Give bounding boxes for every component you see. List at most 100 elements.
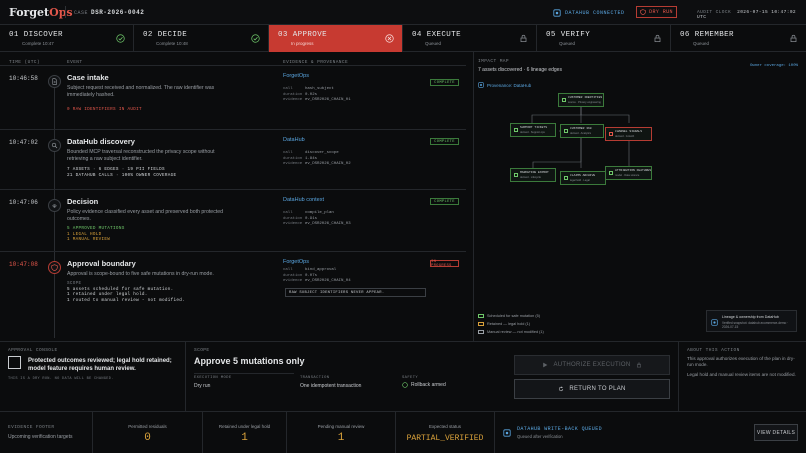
- node-status-icon: [562, 98, 566, 102]
- lineage-node[interactable]: SUPPORT TICKETS derived · Support ops: [510, 123, 556, 137]
- shield-icon: [48, 261, 61, 274]
- step-decide[interactable]: 02 DECIDE Complete 10:48: [134, 25, 269, 52]
- datahub-connection-status[interactable]: DATAHUB CONNECTED: [553, 7, 625, 18]
- lineage-node[interactable]: CUSTOMER 360 derived · Analytics: [560, 124, 604, 138]
- kv-value: compile_plan: [305, 211, 334, 215]
- acknowledge-checkbox[interactable]: [8, 356, 21, 369]
- step-status: Complete 10:47: [22, 41, 54, 46]
- timeline-event-intake[interactable]: 10:46:58 Case intake Subject request rec…: [0, 66, 466, 130]
- metric-label: Permitted residuals: [128, 424, 167, 429]
- event-time: 10:46:58: [9, 75, 38, 82]
- lineage-node[interactable]: CHANNEL SIGNALS derived · Growth: [605, 127, 652, 141]
- metric-label: Pending manual review: [317, 424, 365, 429]
- lineage-node[interactable]: MARKETING EXPORT derived · Lifecycle: [510, 168, 556, 182]
- scope-line: 1 routed to manual review - not modified…: [67, 297, 186, 303]
- timeline-event-discovery[interactable]: 10:47:02 DataHub discovery Bounded MCP t…: [0, 130, 466, 190]
- logo-main-text: Forget: [9, 6, 50, 19]
- node-sub: legal hold · Legal: [570, 179, 590, 182]
- step-verify[interactable]: 05 VERIFY Queued: [537, 25, 671, 52]
- writeback-title: DATAHUB WRITE-BACK QUEUED: [517, 426, 603, 432]
- node-status-icon: [564, 176, 568, 180]
- view-details-button[interactable]: VIEW DETAILS: [754, 424, 798, 441]
- kv-value: ev_DSR2026_CHAIN_01: [305, 98, 351, 103]
- provenance-source[interactable]: DataHub context: [283, 197, 324, 203]
- event-metric: 0 RAW IDENTIFIERS IN AUDIT: [67, 107, 142, 112]
- scope-title: Approve 5 mutations only: [194, 356, 305, 366]
- kv-key: evidence: [283, 162, 303, 167]
- lock-icon: [520, 34, 527, 43]
- provenance-source[interactable]: ForgetOps: [283, 73, 309, 79]
- about-text: This approval authorizes execution of th…: [687, 356, 795, 367]
- dry-run-button[interactable]: DRY RUN: [636, 6, 677, 18]
- refresh-icon: [559, 386, 564, 392]
- step-execute[interactable]: 04 EXECUTE Queued: [403, 25, 537, 52]
- step-discover[interactable]: 01 DISCOVER Complete 10:47: [0, 25, 134, 52]
- node-name: MARKETING EXPORT: [520, 171, 549, 174]
- lineage-node[interactable]: ATTRIBUTION FEATURES model · Data scienc…: [605, 166, 652, 180]
- node-name: SUPPORT TICKETS: [520, 126, 548, 129]
- node-name: CUSTOMER IDENTITIES: [568, 96, 603, 99]
- privacy-note: RAW SUBJECT IDENTIFIERS NEVER APPEAR.: [285, 288, 426, 297]
- node-status-icon: [514, 173, 518, 177]
- event-description: Bounded MCP traversal reconstructed the …: [67, 149, 215, 162]
- node-status-icon: [564, 129, 568, 133]
- legend-label: Retained — legal hold (1): [487, 322, 531, 326]
- status-badge: COMPLETE: [430, 198, 459, 205]
- lineage-edges: [531, 107, 630, 168]
- event-description: Subject request received and normalized.…: [67, 85, 215, 98]
- logo-accent-text: Ops: [49, 6, 73, 19]
- scope-label: SCOPE: [194, 348, 210, 353]
- step-label: 05 VERIFY: [546, 31, 591, 39]
- status-badge: COMPLETE: [430, 138, 459, 145]
- lineage-node[interactable]: CUSTOMER IDENTITIES source · Privacy eng…: [558, 93, 604, 107]
- lock-icon: [790, 34, 797, 43]
- kv-value: 0.91s: [305, 216, 318, 221]
- datahub-icon: [553, 8, 561, 17]
- safety-label: SAFETY: [402, 376, 419, 380]
- timeline-event-approval[interactable]: 10:47:08 Approval boundary Approval is s…: [0, 252, 466, 341]
- step-approve[interactable]: 03 APPROVE In progress: [269, 25, 403, 52]
- legend-label: Scheduled for safe mutation (5): [487, 314, 540, 318]
- kv-value: discover_scope: [305, 151, 339, 155]
- step-label: 02 DECIDE: [143, 31, 188, 39]
- lineage-source-card[interactable]: Lineage & ownership from DataHub Verifie…: [706, 310, 797, 332]
- node-sub: derived · Growth: [615, 135, 635, 138]
- kv-value: 0.07s: [305, 273, 318, 278]
- evidence-kv: call discover_scope duration 1.84s evidenc…: [283, 151, 351, 168]
- return-to-plan-button[interactable]: RETURN TO PLAN: [514, 379, 670, 399]
- impact-map-panel: IMPACT MAP 7 assets discovered · 6 linea…: [473, 52, 806, 341]
- metric-expected-status: Expected status PARTIAL_VERIFIED: [396, 412, 495, 453]
- kv-value: ev_DSR2026_CHAIN_02: [305, 162, 351, 167]
- event-time: 10:47:02: [9, 139, 38, 146]
- step-remember[interactable]: 06 REMEMBER Queued: [671, 25, 806, 52]
- return-label: RETURN TO PLAN: [569, 386, 626, 392]
- metric-residuals: Permitted residuals 0: [93, 412, 203, 453]
- step-label: 06 REMEMBER: [680, 31, 734, 39]
- header-divider: [65, 6, 66, 18]
- footer-subtitle: Upcoming verification targets: [8, 434, 73, 440]
- datahub-status-text: DATAHUB CONNECTED: [565, 9, 625, 16]
- col-evidence-header: EVIDENCE & PROVENANCE: [283, 60, 349, 65]
- authorize-execution-button[interactable]: AUTHORIZE EXECUTION: [514, 355, 670, 375]
- timeline-event-decision[interactable]: 10:47:06 Decision Policy evidence classi…: [0, 190, 466, 252]
- event-time: 10:47:08: [9, 261, 38, 268]
- node-sub: derived · Lifecycle: [520, 176, 541, 179]
- metric-value: 1: [337, 432, 345, 444]
- search-icon: [48, 139, 61, 152]
- provenance-source[interactable]: ForgetOps: [283, 259, 309, 265]
- event-metric: 5 APPROVED MUTATIONS: [67, 226, 125, 231]
- workflow-steps: 01 DISCOVER Complete 10:47 02 DECIDE Com…: [0, 25, 806, 52]
- node-name: CLAIMS ARCHIVE: [570, 174, 596, 177]
- metric-value: 1: [241, 432, 248, 444]
- approval-console: APPROVAL CONSOLE Protected outcomes revi…: [0, 341, 186, 411]
- action-buttons: AUTHORIZE EXECUTION RETURN TO PLAN: [506, 341, 678, 411]
- evidence-kv: call hash_subject duration 0.02s evidence e…: [283, 87, 351, 104]
- datahub-icon: [503, 429, 511, 437]
- lineage-node[interactable]: CLAIMS ARCHIVE legal hold · Legal: [560, 171, 606, 185]
- legend-swatch-amber: [478, 322, 484, 326]
- node-name: CUSTOMER 360: [570, 127, 592, 130]
- metric-value: 0: [144, 432, 151, 444]
- provenance-source[interactable]: DataHub: [283, 137, 305, 143]
- event-description: Policy evidence classified every asset a…: [67, 209, 223, 222]
- writeback-status: DATAHUB WRITE-BACK QUEUED Queued after v…: [495, 412, 806, 453]
